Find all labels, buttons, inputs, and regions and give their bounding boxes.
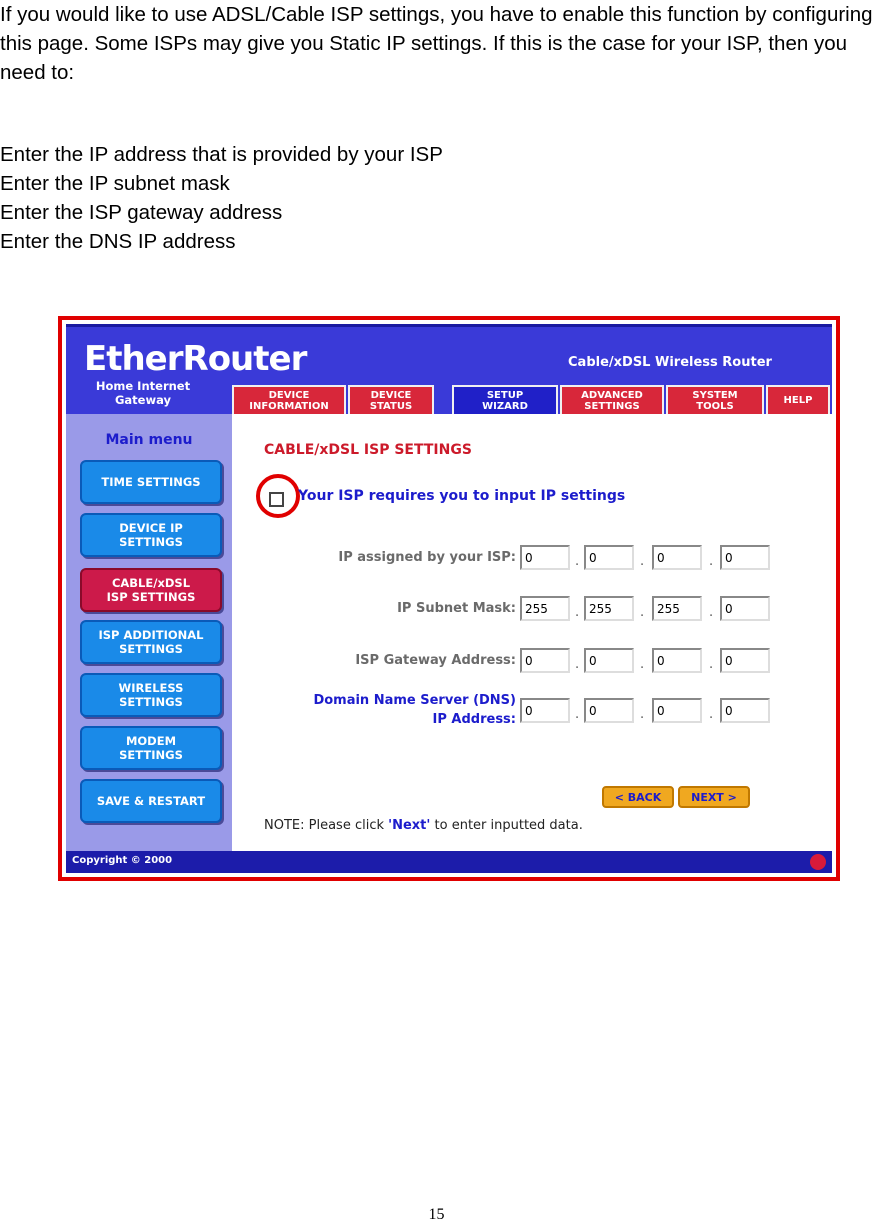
- menu-isp-additional-settings[interactable]: ISP ADDITIONAL SETTINGS: [80, 620, 222, 664]
- octet-separator: .: [640, 605, 645, 620]
- gateway-octet-4-input[interactable]: [720, 648, 770, 673]
- router-screenshot: EtherRouter Cable/xDSL Wireless Router H…: [66, 324, 832, 873]
- page-number: 15: [428, 1206, 445, 1223]
- menu-cable-xdsl-isp-settings[interactable]: CABLE/xDSL ISP SETTINGS: [80, 568, 222, 612]
- octet-separator: .: [575, 605, 580, 620]
- tab-advanced-settings[interactable]: ADVANCED SETTINGS: [560, 385, 664, 416]
- octet-separator: .: [640, 707, 645, 722]
- menu-modem-settings[interactable]: MODEM SETTINGS: [80, 726, 222, 770]
- octet-separator: .: [709, 707, 714, 722]
- menu-time-settings[interactable]: TIME SETTINGS: [80, 460, 222, 504]
- gateway-octet-1-input[interactable]: [520, 648, 570, 673]
- dns-octet-4-input[interactable]: [720, 698, 770, 723]
- gateway-octet-3-input[interactable]: [652, 648, 702, 673]
- mask-octet-4-input[interactable]: [720, 596, 770, 621]
- copyright-text: Copyright © 2000: [72, 855, 173, 866]
- note-text: NOTE: Please click 'Next' to enter input…: [264, 818, 583, 833]
- brand-logo: EtherRouter: [84, 339, 307, 379]
- subnet-mask-label: IP Subnet Mask:: [397, 601, 516, 616]
- menu-wireless-settings[interactable]: WIRELESS SETTINGS: [80, 673, 222, 717]
- ip-assigned-label: IP assigned by your ISP:: [338, 550, 516, 565]
- dns-octet-3-input[interactable]: [652, 698, 702, 723]
- tab-setup-wizard[interactable]: SETUP WIZARD: [452, 385, 558, 416]
- dns-octet-2-input[interactable]: [584, 698, 634, 723]
- step-item: Enter the DNS IP address: [0, 230, 236, 253]
- checkbox-label: Your ISP requires you to input IP settin…: [298, 488, 626, 504]
- octet-separator: .: [709, 554, 714, 569]
- product-tagline: Cable/xDSL Wireless Router: [568, 355, 772, 370]
- octet-separator: .: [640, 554, 645, 569]
- menu-device-ip-settings[interactable]: DEVICE IP SETTINGS: [80, 513, 222, 557]
- tab-device-information[interactable]: DEVICE INFORMATION: [232, 385, 346, 416]
- octet-separator: .: [575, 657, 580, 672]
- next-button[interactable]: NEXT >: [678, 786, 750, 808]
- mask-octet-1-input[interactable]: [520, 596, 570, 621]
- step-item: Enter the IP subnet mask: [0, 172, 230, 195]
- tab-help[interactable]: HELP: [766, 385, 830, 416]
- gateway-octet-2-input[interactable]: [584, 648, 634, 673]
- ip-octet-4-input[interactable]: [720, 545, 770, 570]
- ip-octet-1-input[interactable]: [520, 545, 570, 570]
- step-item: Enter the ISP gateway address: [0, 201, 283, 224]
- dns-octet-1-input[interactable]: [520, 698, 570, 723]
- status-indicator-icon: [810, 854, 826, 870]
- octet-separator: .: [709, 657, 714, 672]
- octet-separator: .: [640, 657, 645, 672]
- section-title: CABLE/xDSL ISP SETTINGS: [264, 442, 472, 458]
- tab-system-tools[interactable]: SYSTEM TOOLS: [666, 385, 764, 416]
- intro-paragraph: If you would like to use ADSL/Cable ISP …: [0, 3, 873, 84]
- step-item: Enter the IP address that is provided by…: [0, 143, 443, 166]
- steps-list: Enter the IP address that is provided by…: [0, 140, 443, 256]
- main-menu-title: Main menu: [105, 432, 193, 448]
- octet-separator: .: [709, 605, 714, 620]
- product-subtitle: Home Internet Gateway: [95, 379, 191, 407]
- router-header: EtherRouter Cable/xDSL Wireless Router H…: [66, 324, 832, 416]
- ip-octet-2-input[interactable]: [584, 545, 634, 570]
- screenshot-frame: EtherRouter Cable/xDSL Wireless Router H…: [58, 316, 840, 881]
- mask-octet-3-input[interactable]: [652, 596, 702, 621]
- mask-octet-2-input[interactable]: [584, 596, 634, 621]
- gateway-address-label: ISP Gateway Address:: [355, 653, 516, 668]
- octet-separator: .: [575, 554, 580, 569]
- highlight-circle: [256, 474, 300, 518]
- menu-save-restart[interactable]: SAVE & RESTART: [80, 779, 222, 823]
- octet-separator: .: [575, 707, 580, 722]
- dns-label: Domain Name Server (DNS) IP Address:: [313, 693, 516, 727]
- ip-octet-3-input[interactable]: [652, 545, 702, 570]
- router-footer: Copyright © 2000: [66, 851, 832, 873]
- back-button[interactable]: < BACK: [602, 786, 674, 808]
- tab-device-status[interactable]: DEVICE STATUS: [348, 385, 434, 416]
